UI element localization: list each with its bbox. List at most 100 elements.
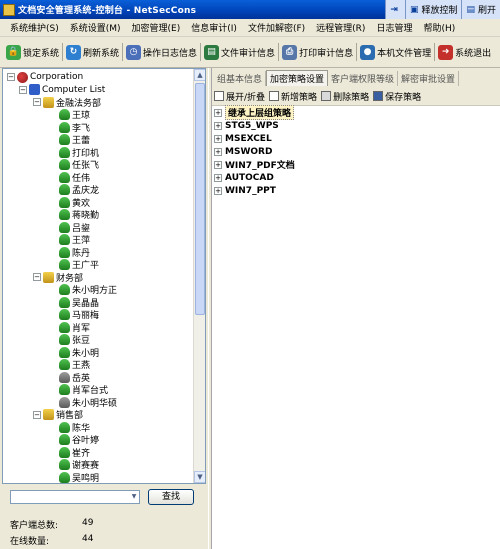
title-bar: 文档安全管理系统-控制台 - NetSecCons ⇥ ▣ 释放控制 ▤ 刷开 (0, 0, 500, 19)
refresh-system-button[interactable]: ↻ 刷新系统 (66, 44, 119, 60)
tree-member[interactable]: 王萍 (3, 234, 193, 246)
menu-help[interactable]: 帮助(H) (423, 21, 455, 34)
menu-system-maintenance[interactable]: 系统维护(S) (10, 21, 59, 34)
tree-member[interactable]: 蒋晓勤 (3, 209, 193, 221)
expand-toggle-icon[interactable]: + (214, 186, 222, 195)
tree-member[interactable]: 李飞 (3, 121, 193, 134)
lock-system-button[interactable]: 🔒 锁定系统 (6, 44, 59, 60)
online-user-icon (59, 446, 70, 458)
policy-item[interactable]: + 继承上层组策略 (212, 105, 500, 120)
chevron-down-icon[interactable]: ▼ (129, 491, 139, 503)
refresh-partial-button[interactable]: ▤ 刷开 (461, 0, 500, 19)
tree-member[interactable]: 李永华 (3, 484, 193, 485)
policy-item[interactable]: + AUTOCAD (212, 171, 500, 184)
tree-member[interactable]: 吴鸣明 (3, 471, 193, 484)
tree-department[interactable]: − 金融法务部 (3, 96, 193, 109)
tab-client-permission[interactable]: 客户端权限等级 (328, 71, 399, 86)
tab-group-basic-info[interactable]: 组基本信息 (214, 71, 267, 86)
tree-member[interactable]: 肖军 (3, 321, 193, 334)
expand-toggle-icon[interactable]: + (214, 160, 222, 169)
collapse-toggle-icon[interactable]: − (7, 73, 15, 82)
menu-remote[interactable]: 远程管理(R) (316, 21, 365, 34)
policy-item[interactable]: + MSWORD (212, 145, 500, 158)
tree-member[interactable]: 肖军台式 (3, 384, 193, 396)
add-policy-button[interactable]: 新增策略 (269, 90, 317, 103)
delete-policy-button[interactable]: 删除策略 (321, 90, 369, 103)
tree-member[interactable]: 谢赛赛 (3, 459, 193, 471)
online-user-icon (59, 421, 70, 433)
menu-system-settings[interactable]: 系统设置(M) (70, 21, 121, 34)
expand-toggle-icon[interactable]: + (214, 108, 222, 117)
print-audit-button[interactable]: ⎙ 打印审计信息 (282, 44, 354, 60)
tree-member[interactable]: 陈华 (3, 421, 193, 434)
scroll-thumb[interactable] (195, 83, 205, 315)
collapse-toggle-icon[interactable]: − (19, 85, 27, 94)
scroll-down-arrow[interactable]: ▼ (194, 471, 205, 483)
tree-member[interactable]: 任伟 (3, 171, 193, 184)
policy-item[interactable]: + STG5_WPS (212, 119, 500, 132)
tree-member[interactable]: 崔齐 (3, 446, 193, 459)
online-user-icon (59, 159, 70, 171)
tree-member[interactable]: 孟庆龙 (3, 184, 193, 196)
menu-info-audit[interactable]: 信息审计(I) (191, 21, 237, 34)
tree-member[interactable]: 吕鋆 (3, 221, 193, 234)
tree-member[interactable]: 朱小明 (3, 346, 193, 359)
release-control-label-button[interactable]: ▣ 释放控制 (404, 0, 462, 19)
tree-member[interactable]: 王广平 (3, 259, 193, 271)
tree-member[interactable]: 朱小明方正 (3, 284, 193, 296)
tree-member[interactable]: 王蕾 (3, 134, 193, 146)
tree-member[interactable]: 黄欢 (3, 196, 193, 209)
expand-toggle-icon[interactable]: + (214, 121, 222, 130)
tree-member[interactable]: 陈丹 (3, 246, 193, 259)
policy-item[interactable]: + WIN7_PPT (212, 184, 500, 197)
tree-member[interactable]: 任张飞 (3, 159, 193, 171)
file-audit-button[interactable]: ▤ 文件审计信息 (204, 44, 275, 60)
policy-item[interactable]: + MSEXCEL (212, 132, 500, 145)
menu-file-crypto[interactable]: 文件加解密(F) (248, 21, 305, 34)
save-policy-button[interactable]: 保存策略 (373, 90, 421, 103)
tree-department[interactable]: − 财务部 (3, 271, 193, 284)
menu-log[interactable]: 日志管理 (376, 21, 412, 34)
expand-toggle-icon[interactable]: + (214, 134, 222, 143)
tree-node-label: 陈华 (72, 423, 91, 434)
tree-member[interactable]: 张豆 (3, 334, 193, 346)
collapse-toggle-icon[interactable]: − (33, 410, 41, 419)
tree-node-label: 销售部 (56, 411, 84, 422)
tree-computer-list[interactable]: − Computer List (3, 84, 193, 97)
tree-member[interactable]: 吴晶晶 (3, 296, 193, 309)
tree-vertical-scrollbar[interactable]: ▲ ▼ (193, 69, 205, 483)
online-user-icon (59, 296, 70, 308)
tree-member[interactable]: 谷叶婷 (3, 434, 193, 446)
tree-member[interactable]: 马丽梅 (3, 309, 193, 321)
tree-node-label: 吴鸣明 (72, 473, 100, 484)
department-icon (43, 409, 54, 421)
collapse-toggle-icon[interactable]: − (33, 98, 41, 107)
release-control-button[interactable]: ⇥ (385, 0, 405, 19)
tree-member[interactable]: 王琼 (3, 109, 193, 121)
delete-icon (321, 91, 332, 101)
policy-item[interactable]: + WIN7_PDF文档 (212, 158, 500, 171)
online-count-row: 在线数量: 44 (10, 534, 93, 547)
expand-collapse-label: 展开/折叠 (226, 92, 266, 103)
expand-collapse-button[interactable]: 展开/折叠 (214, 90, 265, 103)
expand-toggle-icon[interactable]: + (214, 173, 222, 182)
find-button[interactable]: 查找 (148, 489, 194, 505)
operation-log-button[interactable]: ◷ 操作日志信息 (126, 44, 197, 60)
local-file-button[interactable]: ● 本机文件管理 (360, 44, 431, 60)
menu-encryption[interactable]: 加密管理(E) (132, 21, 181, 34)
collapse-toggle-icon[interactable]: − (33, 273, 41, 282)
scroll-up-arrow[interactable]: ▲ (194, 69, 205, 81)
new-icon (269, 91, 280, 101)
tab-decrypt-approval[interactable]: 解密审批设置 (398, 71, 460, 86)
tree-root-corporation[interactable]: − Corporation (3, 71, 193, 84)
print-audit-label: 打印审计信息 (299, 48, 354, 59)
expand-toggle-icon[interactable]: + (214, 147, 222, 156)
tab-encryption-policy[interactable]: 加密策略设置 (266, 70, 329, 86)
search-select[interactable]: ▼ (10, 490, 140, 504)
exit-system-button[interactable]: ➜ 系统退出 (438, 44, 491, 60)
tree-member[interactable]: 朱小明华硕 (3, 396, 193, 409)
tree-member[interactable]: 岳英 (3, 371, 193, 384)
tree-member[interactable]: 王燕 (3, 359, 193, 371)
tree-department[interactable]: − 销售部 (3, 409, 193, 422)
tree-member[interactable]: 打印机 (3, 146, 193, 159)
